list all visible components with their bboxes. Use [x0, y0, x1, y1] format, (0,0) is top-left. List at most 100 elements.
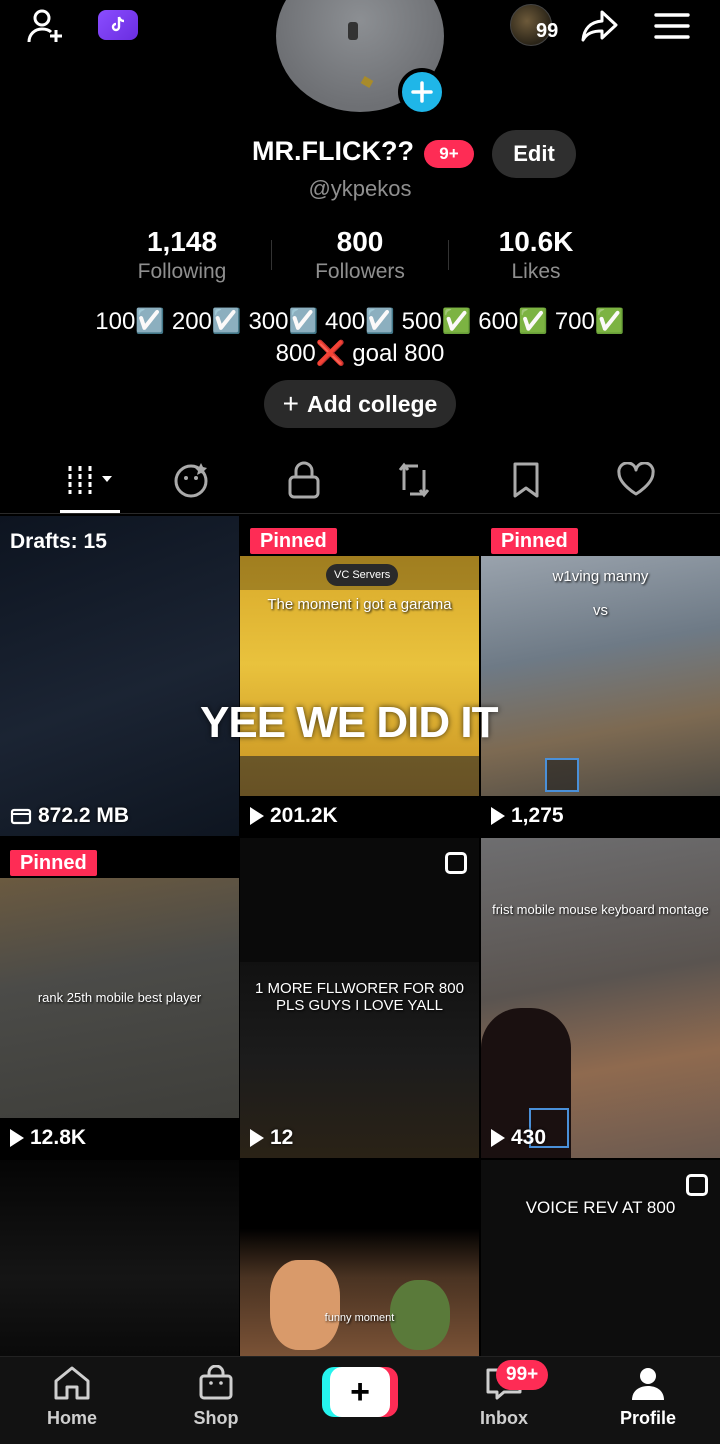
video-caption: VOICE REV AT 800	[525, 1198, 676, 1217]
video-thumbnail: w1ving manny vs	[481, 556, 720, 796]
tab-bookmarks[interactable]	[494, 456, 558, 504]
account-count: 99	[536, 20, 559, 42]
view-count-value: 430	[511, 1126, 547, 1149]
followers-label: Followers	[315, 260, 405, 283]
following-stat[interactable]: 1,148 Following	[92, 226, 272, 284]
drafts-label: Drafts: 15	[10, 530, 107, 553]
following-count: 1,148	[146, 226, 218, 257]
bottom-navigation: Home Shop + Inbox Profile	[0, 1356, 720, 1444]
photo-detail	[348, 22, 358, 40]
video-caption-vs: vs	[593, 602, 608, 619]
nav-home-label: Home	[46, 1408, 97, 1428]
followers-stat[interactable]: 800 Followers	[270, 226, 450, 284]
tab-liked[interactable]	[604, 456, 668, 504]
nav-shop[interactable]: Shop	[166, 1364, 266, 1429]
nav-shop-label: Shop	[193, 1408, 239, 1428]
tab-videos[interactable]	[58, 456, 122, 504]
view-count: 1,275	[491, 804, 564, 828]
video-tile[interactable]: funny moment	[240, 1160, 479, 1356]
view-count: 12.8K	[10, 1126, 86, 1150]
video-tile[interactable]: rank 25th mobile best player Pinned 12.8…	[0, 838, 239, 1158]
play-icon	[10, 1129, 24, 1147]
menu-icon[interactable]	[650, 4, 694, 48]
add-friend-icon[interactable]	[24, 4, 68, 48]
multi-photo-icon	[686, 1174, 708, 1196]
thumbnail-puppet	[270, 1260, 340, 1350]
video-tile[interactable]	[0, 1160, 239, 1356]
bio-line: 100☑️ 200☑️ 300☑️ 400☑️ 500✅ 600✅ 700✅	[95, 308, 625, 335]
video-caption: frist mobile mouse keyboard montage	[492, 902, 709, 917]
shop-bag-icon	[199, 1364, 233, 1400]
view-count: 12	[250, 1126, 293, 1150]
video-caption: 1 MORE FLLWORER FOR 800 PLS GUYS I LOVE …	[255, 980, 464, 1014]
play-icon	[250, 1129, 264, 1147]
view-count-value: 12	[270, 1126, 294, 1149]
play-icon	[491, 807, 505, 825]
play-icon	[491, 1129, 505, 1147]
thumbnail-hotbar	[240, 756, 479, 796]
view-count-value: 1,275	[511, 804, 564, 827]
video-tile[interactable]: VOICE REV AT 800	[481, 1160, 720, 1356]
video-tile[interactable]: w1ving manny vs Pinned 1,275	[481, 516, 720, 836]
active-tab-indicator	[60, 510, 120, 513]
profile-icon	[632, 1368, 664, 1400]
username: MR.FLICK??	[252, 136, 414, 166]
tab-private-lock[interactable]	[272, 456, 336, 504]
vc-servers-tag: VC Servers	[326, 564, 399, 586]
share-icon[interactable]	[578, 4, 622, 48]
username-row: MR.FLICK?? 9+ Edit	[0, 130, 720, 178]
video-caption: w1ving manny	[552, 568, 649, 585]
video-thumbnail: VC Servers The moment i got a garama	[240, 556, 479, 796]
likes-label: Likes	[511, 260, 561, 283]
add-photo-icon[interactable]	[398, 68, 446, 116]
tab-reposts[interactable]	[382, 456, 446, 504]
plus-icon: +	[282, 388, 299, 419]
add-college-label: Add college	[307, 390, 438, 417]
video-tile[interactable]: 1 MORE FLLWORER FOR 800 PLS GUYS I LOVE …	[240, 838, 479, 1158]
content-tabs	[0, 448, 720, 514]
tab-favorites-faces[interactable]	[160, 456, 224, 504]
nav-inbox-label: Inbox	[480, 1408, 528, 1428]
home-icon	[54, 1366, 90, 1400]
nav-profile[interactable]: Profile	[598, 1365, 698, 1429]
video-thumbnail: rank 25th mobile best player	[0, 878, 239, 1118]
video-caption: rank 25th mobile best player	[37, 990, 202, 1005]
video-tile[interactable]: frist mobile mouse keyboard montage 430	[481, 838, 720, 1158]
profile-bio: 100☑️ 200☑️ 300☑️ 400☑️ 500✅ 600✅ 700✅ 8…	[0, 306, 720, 370]
pinned-badge: Pinned	[250, 528, 337, 554]
user-handle: @ykpekos	[308, 176, 412, 201]
nav-profile-label: Profile	[619, 1408, 676, 1428]
followers-count: 800	[336, 226, 384, 257]
bio-line: 800❌ goal 800	[275, 340, 445, 367]
inbox-badge: 99+	[496, 1360, 549, 1390]
storage-icon	[10, 808, 32, 825]
drafts-tile[interactable]: Drafts: 15 872.2 MB	[0, 516, 239, 836]
pinned-badge: Pinned	[491, 528, 578, 554]
view-count: 201.2K	[250, 804, 338, 828]
nav-home[interactable]: Home	[22, 1365, 122, 1429]
video-caption: funny moment	[324, 1312, 395, 1324]
drafts-size-value: 872.2 MB	[38, 804, 130, 827]
plus-icon: +	[330, 1367, 390, 1417]
view-count-value: 12.8K	[30, 1126, 87, 1149]
video-caption: The moment i got a garama	[267, 596, 452, 613]
notification-badge[interactable]: 9+	[424, 140, 474, 168]
likes-stat[interactable]: 10.6K Likes	[446, 226, 626, 284]
photo-detail	[360, 76, 374, 88]
thumbnail-hotbar-slot	[545, 758, 579, 792]
following-label: Following	[137, 260, 227, 283]
drafts-size: 872.2 MB	[10, 804, 129, 828]
likes-count: 10.6K	[498, 226, 574, 257]
view-count-value: 201.2K	[270, 804, 338, 827]
video-tile[interactable]: VC Servers The moment i got a garama Pin…	[240, 516, 479, 836]
tiktok-studio-icon[interactable]	[98, 10, 138, 40]
profile-stats: 1,148 Following 800 Followers 10.6K Like…	[0, 226, 720, 290]
edit-profile-button[interactable]: Edit	[492, 130, 576, 178]
play-icon	[250, 807, 264, 825]
create-button[interactable]: +	[322, 1367, 398, 1417]
add-college-button[interactable]: + Add college	[264, 380, 456, 428]
overlay-caption: YEE WE DID IT	[200, 698, 498, 747]
view-count: 430	[491, 1126, 546, 1150]
multi-photo-icon	[445, 852, 467, 874]
pinned-badge: Pinned	[10, 850, 97, 876]
